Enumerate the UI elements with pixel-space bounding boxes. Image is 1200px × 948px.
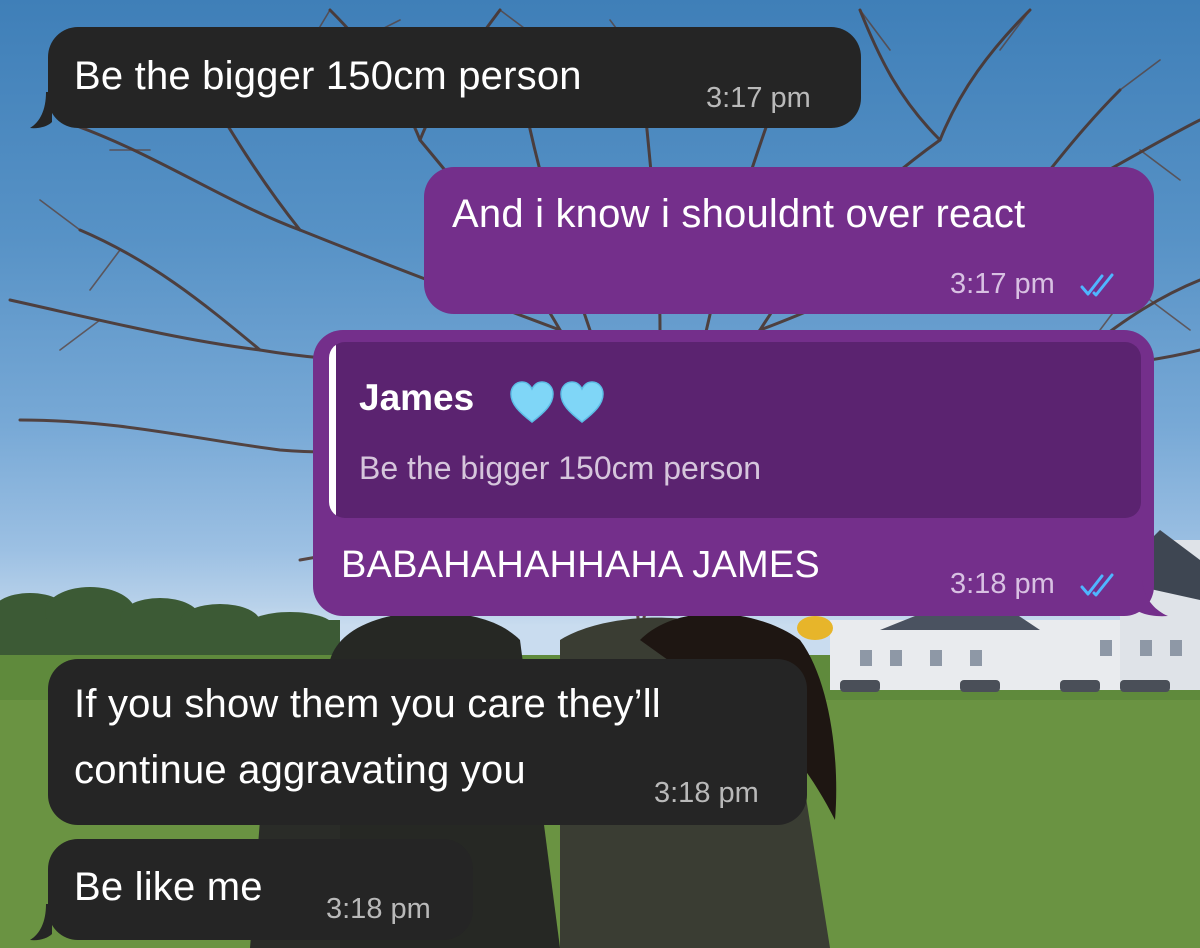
message-timestamp: 3:18 pm: [950, 568, 1055, 600]
quote-accent-bar: [329, 342, 336, 518]
message-timestamp: 3:18 pm: [654, 777, 759, 809]
message-timestamp: 3:18 pm: [326, 893, 431, 925]
message-bubble-incoming[interactable]: Be like me 3:18 pm: [48, 839, 473, 940]
double-check-icon: [1080, 573, 1114, 597]
message-text: BABAHAHAHHAHA JAMES: [341, 544, 820, 586]
message-bubble-outgoing-reply[interactable]: James Be the bigger 150cm person BABAHAH…: [313, 330, 1154, 616]
message-timestamp: 3:17 pm: [706, 82, 811, 114]
quoted-author: James: [359, 377, 475, 418]
message-text-line-1: If you show them you care they’ll: [74, 682, 661, 726]
light-blue-heart-icon: [510, 381, 604, 423]
message-bubble-incoming[interactable]: Be the bigger 150cm person 3:17 pm: [48, 27, 861, 128]
message-text: And i know i shouldnt over react: [452, 192, 1026, 236]
message-bubble-incoming[interactable]: If you show them you care they’ll contin…: [48, 659, 807, 825]
bubble-tail-incoming: [30, 904, 52, 941]
bubble-tail-incoming: [30, 92, 52, 129]
message-text-line-2: continue aggravating you: [74, 748, 526, 792]
double-check-icon: [1080, 273, 1114, 297]
quoted-reply[interactable]: James Be the bigger 150cm person: [329, 342, 1141, 518]
message-text: Be the bigger 150cm person: [74, 54, 582, 98]
bubble-tail-outgoing: [1136, 580, 1168, 617]
quoted-text: Be the bigger 150cm person: [359, 450, 762, 486]
distant-trees: [0, 587, 340, 660]
message-text: Be like me: [74, 865, 263, 909]
message-timestamp: 3:17 pm: [950, 268, 1055, 300]
message-bubble-outgoing[interactable]: And i know i shouldnt over react 3:17 pm: [424, 167, 1154, 314]
